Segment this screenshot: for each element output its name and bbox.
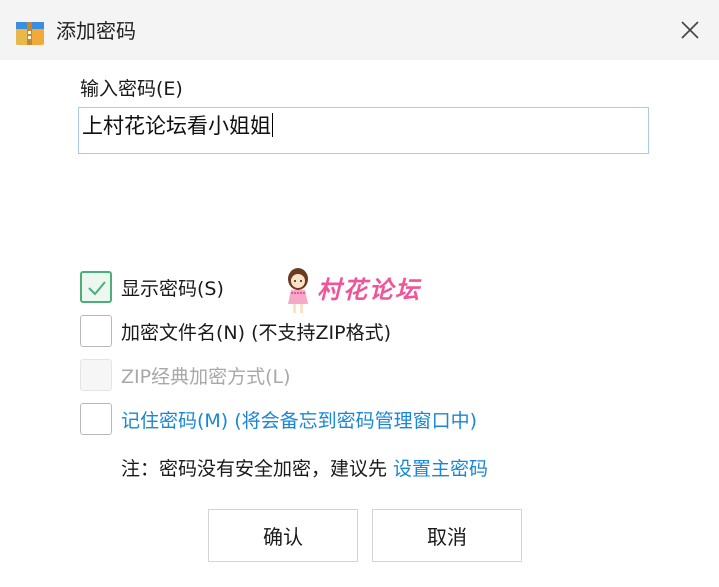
- cancel-button-label: 取消: [427, 525, 467, 549]
- security-note: 注：密码没有安全加密，建议先 设置主密码: [121, 456, 488, 482]
- remember-password-label[interactable]: 记住密码(M) (将会备忘到密码管理窗口中): [121, 408, 477, 434]
- show-password-checkbox[interactable]: [80, 271, 112, 303]
- set-master-password-link[interactable]: 设置主密码: [393, 458, 488, 480]
- encrypt-filenames-checkbox[interactable]: [80, 315, 112, 347]
- checkmark-icon: [88, 281, 106, 296]
- encrypt-filenames-label[interactable]: 加密文件名(N) (不支持ZIP格式): [121, 320, 391, 346]
- security-note-text: 注：密码没有安全加密，建议先: [121, 458, 394, 480]
- close-button[interactable]: [666, 8, 714, 52]
- confirm-button[interactable]: 确认: [208, 509, 358, 562]
- confirm-button-label: 确认: [263, 525, 303, 549]
- show-password-label[interactable]: 显示密码(S): [121, 276, 224, 302]
- window-title: 添加密码: [56, 19, 136, 43]
- password-value: 上村花论坛看小姐姐: [82, 114, 271, 138]
- zip-legacy-encryption-checkbox: [80, 359, 112, 391]
- archive-app-icon: [15, 19, 45, 47]
- cancel-button[interactable]: 取消: [372, 509, 522, 562]
- girl-mascot-icon: [288, 268, 308, 313]
- password-input[interactable]: 上村花论坛看小姐姐: [78, 107, 649, 154]
- password-label-text: 输入密码(E): [80, 78, 183, 100]
- watermark-logo: 村花论坛: [283, 266, 443, 316]
- zip-legacy-encryption-label: ZIP经典加密方式(L): [121, 366, 291, 388]
- remember-password-checkbox[interactable]: [80, 403, 112, 435]
- watermark-text: 村花论坛: [317, 276, 421, 304]
- title-bar: 添加密码: [0, 0, 719, 60]
- text-caret: [272, 113, 273, 137]
- password-label: 输入密码(E): [80, 76, 183, 102]
- close-icon: [681, 21, 699, 39]
